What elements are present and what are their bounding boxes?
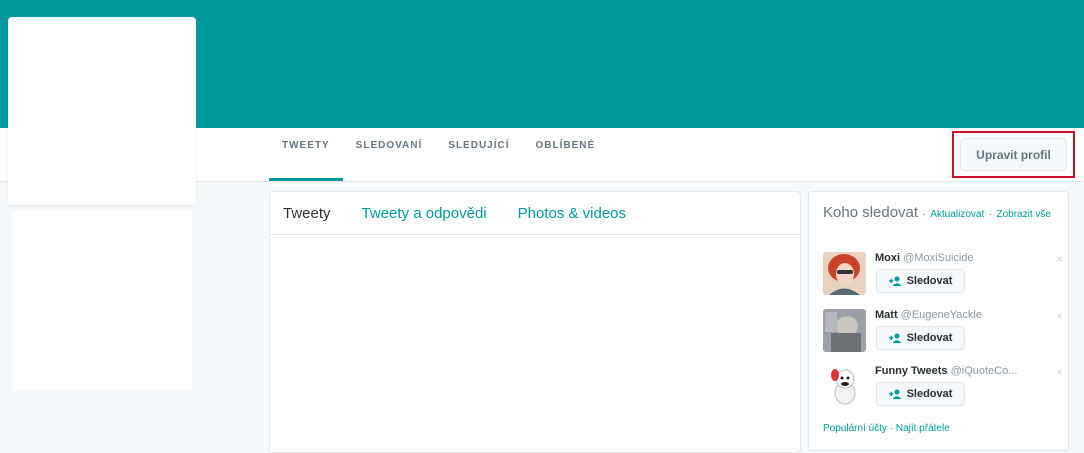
edit-profile-button[interactable]: Upravit profil: [960, 138, 1067, 171]
who-to-follow-footer: Populární účty · Najít přátele: [823, 423, 950, 434]
edit-profile-highlight: Upravit profil: [952, 131, 1075, 178]
suggestion-handle: @iQuoteCo...: [950, 365, 1018, 377]
suggestion-name[interactable]: Moxi @MoxiSuicide: [875, 252, 974, 264]
follow-button[interactable]: Sledovat: [876, 326, 965, 350]
close-icon[interactable]: ×: [1056, 365, 1063, 379]
profile-sidebar-card: [12, 210, 192, 391]
who-to-follow-title: Koho sledovat: [823, 204, 919, 221]
who-to-follow-header: Koho sledovat · Aktualizovat · Zobrazit …: [809, 192, 1063, 223]
timeline-panel: Tweety Tweety a odpovědi Photos & videos: [269, 191, 801, 453]
separator-dot: ·: [988, 209, 993, 220]
timeline-tab-photos-videos[interactable]: Photos & videos: [518, 205, 626, 222]
suggestion-item: Funny Tweets @iQuoteCo... × Sledovat: [823, 365, 1063, 415]
refresh-link[interactable]: Aktualizovat: [930, 209, 984, 220]
follow-label: Sledovat: [906, 332, 953, 344]
profile-nav-tabs: TWEETY SLEDOVANÍ SLEDUJÍCÍ OBLÍBENÉ: [269, 128, 608, 181]
follow-label: Sledovat: [906, 388, 953, 400]
suggestion-handle: @EugeneYackle: [900, 309, 982, 321]
follow-person-plus-icon: [888, 389, 902, 399]
tab-tweets[interactable]: TWEETY: [269, 128, 343, 181]
follow-person-plus-icon: [888, 333, 902, 343]
follow-button[interactable]: Sledovat: [876, 269, 965, 293]
suggestion-name[interactable]: Matt @EugeneYackle: [875, 309, 982, 321]
close-icon[interactable]: ×: [1056, 252, 1063, 266]
avatar[interactable]: [823, 252, 866, 295]
timeline-tab-tweets-replies[interactable]: Tweety a odpovědi: [362, 205, 487, 222]
timeline-tabs: Tweety Tweety a odpovědi Photos & videos: [270, 192, 800, 235]
who-to-follow-module: Koho sledovat · Aktualizovat · Zobrazit …: [808, 191, 1069, 451]
close-icon[interactable]: ×: [1056, 309, 1063, 323]
view-all-link[interactable]: Zobrazit vše: [997, 209, 1051, 220]
profile-avatar[interactable]: [8, 17, 196, 205]
suggestion-item: Moxi @MoxiSuicide × Sledovat: [823, 252, 1063, 302]
avatar[interactable]: [823, 365, 866, 408]
follow-label: Sledovat: [906, 275, 953, 287]
avatar[interactable]: [823, 309, 866, 352]
separator-dot: ·: [889, 423, 894, 434]
tab-followers[interactable]: SLEDUJÍCÍ: [435, 128, 522, 181]
find-friends-link[interactable]: Najít přátele: [896, 423, 950, 434]
popular-accounts-link[interactable]: Populární účty: [823, 423, 887, 434]
separator-dot: ·: [922, 209, 926, 220]
suggestion-item: Matt @EugeneYackle × Sledovat: [823, 309, 1063, 359]
follow-person-plus-icon: [888, 276, 902, 286]
follow-button[interactable]: Sledovat: [876, 382, 965, 406]
tab-favorites[interactable]: OBLÍBENÉ: [523, 128, 609, 181]
suggestion-handle: @MoxiSuicide: [903, 252, 974, 264]
timeline-tab-tweets[interactable]: Tweety: [283, 205, 331, 222]
suggestion-name[interactable]: Funny Tweets @iQuoteCo...: [875, 365, 1017, 377]
tab-following[interactable]: SLEDOVANÍ: [343, 128, 436, 181]
